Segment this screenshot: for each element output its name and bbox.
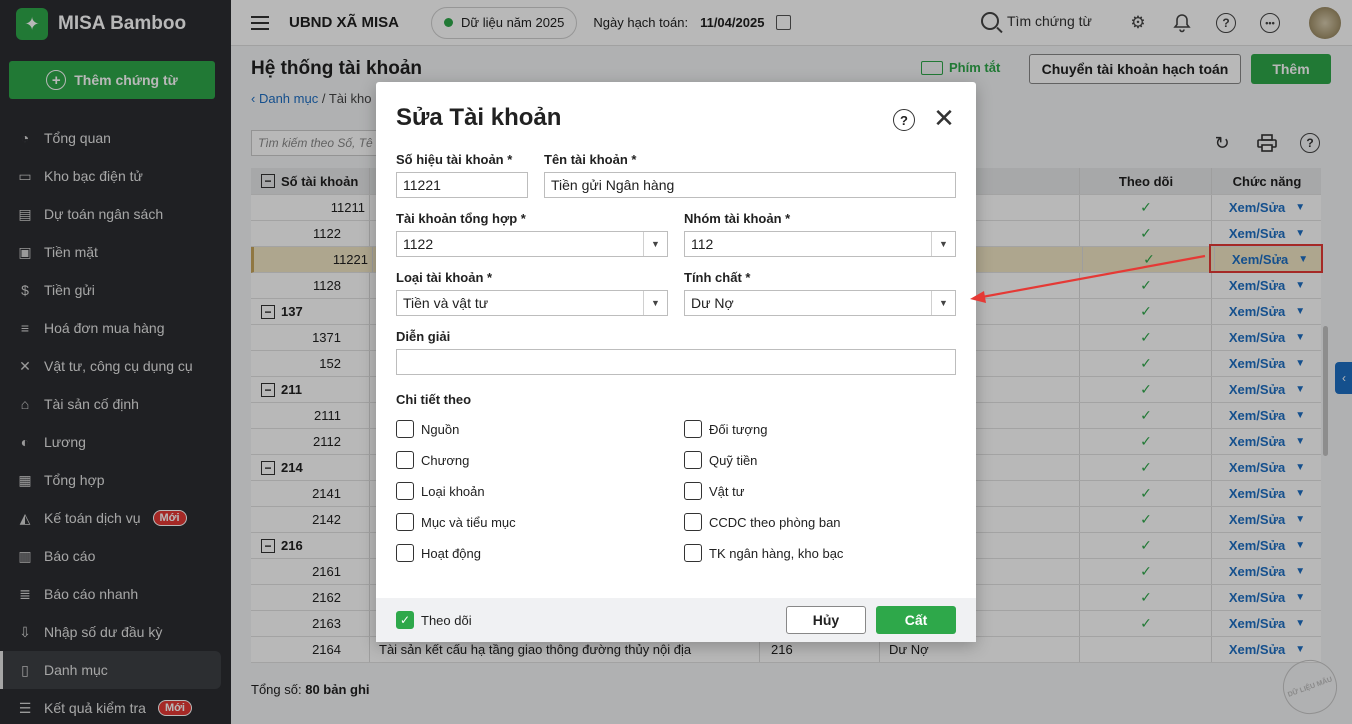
checkbox-unchecked-icon [396, 513, 414, 531]
dropdown-arrow-icon[interactable]: ▼ [931, 232, 955, 256]
checkbox-unchecked-icon [684, 544, 702, 562]
account-no-label: Số hiệu tài khoản * [396, 152, 513, 167]
detail-checkbox[interactable]: Loại khoản [396, 482, 485, 500]
save-button[interactable]: Cất [876, 606, 956, 634]
checkbox-unchecked-icon [396, 482, 414, 500]
detail-checkbox[interactable]: Chương [396, 451, 469, 469]
checkbox-unchecked-icon [684, 420, 702, 438]
checkbox-unchecked-icon [396, 420, 414, 438]
detail-checkbox-label: Hoạt động [421, 545, 481, 561]
dropdown-arrow-icon[interactable]: ▼ [643, 291, 667, 315]
account-name-input[interactable]: Tiền gửi Ngân hàng [544, 172, 956, 198]
parent-account-value: 1122 [403, 236, 434, 252]
account-nature-value: Dư Nợ [691, 295, 734, 311]
account-name-label: Tên tài khoản * [544, 152, 637, 167]
description-input[interactable] [396, 349, 956, 375]
parent-account-label: Tài khoản tổng hợp * [396, 211, 526, 226]
account-nature-label: Tính chất * [684, 270, 751, 285]
account-type-value: Tiền và vật tư [403, 295, 489, 311]
detail-checkbox[interactable]: Mục và tiểu mục [396, 513, 516, 531]
checkbox-unchecked-icon [684, 513, 702, 531]
detail-checkbox[interactable]: CCDC theo phòng ban [684, 513, 841, 531]
detail-checkbox-label: Nguồn [421, 421, 460, 437]
detail-checkbox-label: TK ngân hàng, kho bạc [709, 545, 844, 561]
detail-checkbox[interactable]: Hoạt động [396, 544, 481, 562]
track-label: Theo dõi [421, 612, 472, 628]
account-type-select[interactable]: Tiền và vật tư ▼ [396, 290, 668, 316]
close-icon[interactable]: ✕ [933, 105, 955, 131]
cancel-button[interactable]: Hủy [786, 606, 866, 634]
checkbox-unchecked-icon [396, 451, 414, 469]
description-label: Diễn giải [396, 329, 451, 344]
checkbox-checked-icon: ✓ [396, 611, 414, 629]
dialog-title: Sửa Tài khoản [396, 104, 562, 131]
detail-checkbox-label: Vật tư [709, 483, 745, 499]
dropdown-arrow-icon[interactable]: ▼ [643, 232, 667, 256]
detail-checkbox[interactable]: Vật tư [684, 482, 744, 500]
help-icon[interactable]: ? [893, 109, 915, 131]
edit-account-dialog: Sửa Tài khoản ? ✕ Số hiệu tài khoản * 11… [376, 82, 976, 642]
account-type-label: Loại tài khoản * [396, 270, 493, 285]
checkbox-unchecked-icon [684, 451, 702, 469]
detail-by-label: Chi tiết theo [396, 392, 472, 407]
dropdown-arrow-icon[interactable]: ▼ [931, 291, 955, 315]
detail-checkbox-label: CCDC theo phòng ban [709, 514, 841, 530]
checkbox-unchecked-icon [396, 544, 414, 562]
detail-checkbox[interactable]: Nguồn [396, 420, 459, 438]
detail-checkbox-label: Quỹ tiền [709, 452, 758, 468]
detail-checkbox-label: Mục và tiểu mục [421, 514, 516, 530]
dialog-footer: ✓ Theo dõi Hủy Cất [376, 598, 976, 642]
detail-checkbox-label: Đối tượng [709, 421, 768, 437]
detail-checkbox[interactable]: Quỹ tiền [684, 451, 757, 469]
detail-checkbox-label: Chương [421, 452, 470, 468]
account-nature-select[interactable]: Dư Nợ ▼ [684, 290, 956, 316]
track-checkbox[interactable]: ✓ Theo dõi [396, 611, 472, 629]
detail-checkbox[interactable]: Đối tượng [684, 420, 767, 438]
account-group-label: Nhóm tài khoản * [684, 211, 791, 226]
account-group-value: 112 [691, 236, 714, 252]
detail-checkbox[interactable]: TK ngân hàng, kho bạc [684, 544, 843, 562]
parent-account-select[interactable]: 1122 ▼ [396, 231, 668, 257]
account-no-input[interactable]: 11221 [396, 172, 528, 198]
detail-checkbox-label: Loại khoản [421, 483, 485, 499]
checkbox-unchecked-icon [684, 482, 702, 500]
account-group-select[interactable]: 112 ▼ [684, 231, 956, 257]
